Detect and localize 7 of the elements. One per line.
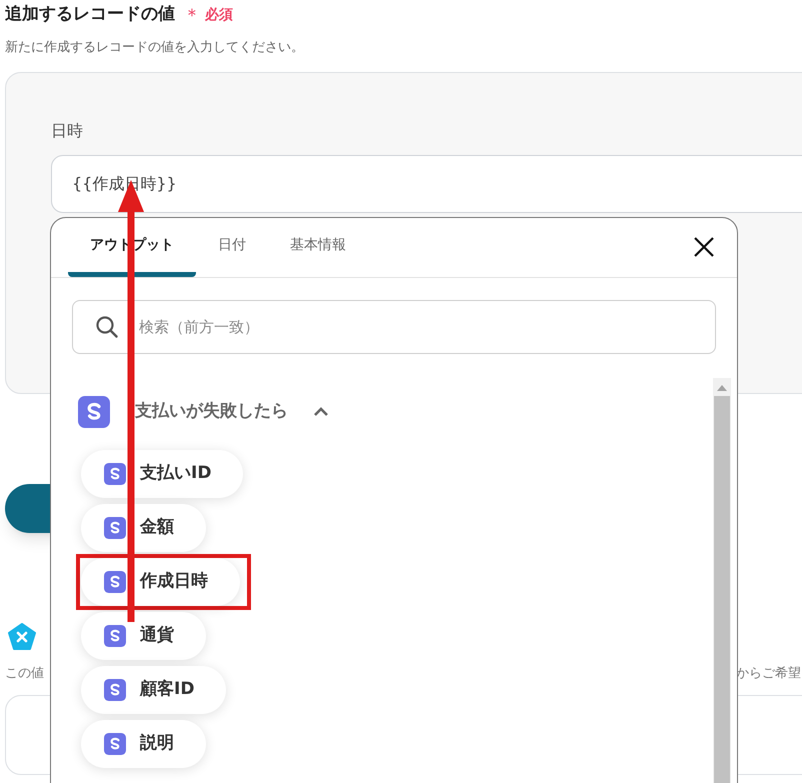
field-label: 日時 [51,120,84,142]
required-mark: ＊ [183,4,201,28]
note-text: この値 [5,664,44,682]
section-description: 新たに作成するレコードの値を入力してください。 [5,39,305,57]
section-title: 追加するレコードの値 [5,3,175,26]
required-label: 必須 [205,6,233,24]
group-title: 支払いが失敗したら [135,400,288,424]
